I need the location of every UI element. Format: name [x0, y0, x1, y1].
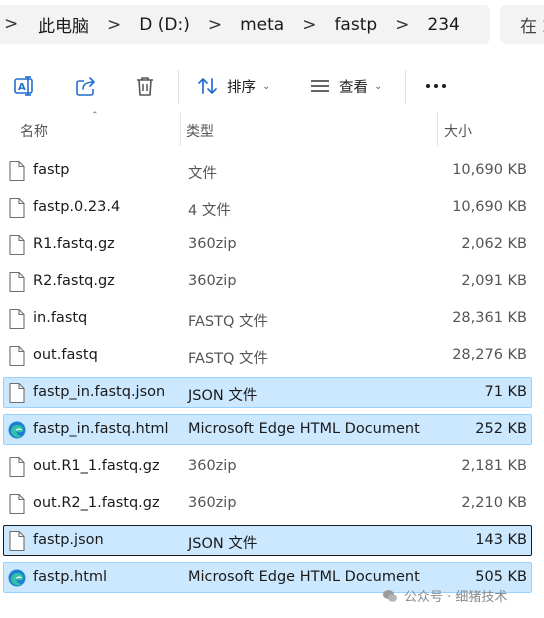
- file-row[interactable]: in.fastq FASTQ 文件 28,361 KB: [3, 303, 532, 334]
- column-divider[interactable]: [180, 112, 181, 146]
- file-icon: [7, 197, 27, 219]
- chevron-right-icon[interactable]: >: [302, 15, 334, 35]
- file-icon: [7, 382, 27, 404]
- file-icon: [7, 234, 27, 256]
- file-name: fastp.html: [33, 569, 108, 585]
- breadcrumb-item-234[interactable]: 234: [427, 15, 477, 35]
- file-size: 10,690 KB: [452, 162, 527, 178]
- sort-ascending-icon: ⌃: [91, 111, 99, 121]
- toolbar-divider: [405, 70, 406, 104]
- file-row[interactable]: fastp_in.fastq.json JSON 文件 71 KB: [3, 377, 532, 408]
- rename-icon[interactable]: A: [13, 74, 37, 98]
- view-list-icon: [311, 80, 329, 92]
- address-bar[interactable]: 此电脑 > D (D:) > meta > fastp > 234 >: [0, 5, 490, 44]
- file-type: Microsoft Edge HTML Document: [188, 569, 420, 585]
- file-type: FASTQ 文件: [188, 314, 269, 330]
- column-size[interactable]: 大小: [444, 121, 472, 141]
- file-size: 252 KB: [475, 421, 527, 437]
- file-icon: [7, 456, 27, 478]
- file-icon: [7, 530, 27, 552]
- edge-icon: [7, 567, 27, 589]
- share-icon[interactable]: [74, 74, 98, 98]
- file-name: out.fastq: [33, 347, 98, 363]
- file-type: FASTQ 文件: [188, 351, 269, 367]
- more-options-icon[interactable]: [426, 84, 446, 88]
- file-size: 2,062 KB: [461, 236, 527, 252]
- file-name: fastp: [33, 162, 70, 178]
- file-row[interactable]: R2.fastq.gz 360zip 2,091 KB: [3, 266, 532, 297]
- file-row[interactable]: out.R2_1.fastq.gz 360zip 2,210 KB: [3, 488, 532, 519]
- file-size: 505 KB: [475, 569, 527, 585]
- file-type: Microsoft Edge HTML Document: [188, 421, 420, 437]
- breadcrumb-item-drive[interactable]: D (D:): [139, 15, 208, 35]
- file-type: 文件: [188, 166, 217, 182]
- file-size: 28,276 KB: [452, 347, 527, 363]
- search-input[interactable]: 在 2: [500, 5, 544, 44]
- file-row[interactable]: fastp.json JSON 文件 143 KB: [3, 525, 532, 556]
- chevron-right-icon[interactable]: >: [208, 15, 240, 35]
- column-name[interactable]: 名称: [20, 121, 48, 141]
- sort-icon: [198, 78, 217, 94]
- file-size: 143 KB: [475, 532, 527, 548]
- chevron-down-icon: ⌄: [374, 80, 383, 92]
- chevron-right-icon[interactable]: >: [107, 15, 139, 35]
- file-size: 28,361 KB: [452, 310, 527, 326]
- file-type: 4 文件: [188, 203, 231, 219]
- file-row[interactable]: fastp 文件 10,690 KB: [3, 155, 532, 186]
- file-row[interactable]: fastp_in.fastq.html Microsoft Edge HTML D…: [3, 414, 532, 445]
- delete-icon[interactable]: [133, 74, 157, 98]
- file-size: 71 KB: [484, 384, 527, 400]
- file-icon: [7, 345, 27, 367]
- file-row[interactable]: fastp.0.23.4 4 文件 10,690 KB: [3, 192, 532, 223]
- file-name: fastp.json: [33, 532, 104, 548]
- file-icon: [7, 160, 27, 182]
- file-type: JSON 文件: [188, 388, 258, 404]
- file-name: R1.fastq.gz: [33, 236, 115, 252]
- chevron-right-icon[interactable]: >: [395, 15, 427, 35]
- chevron-down-icon: ⌄: [262, 80, 271, 92]
- breadcrumb-item-meta[interactable]: meta: [240, 15, 302, 35]
- watermark: 公众号 · 细猪技术: [382, 586, 507, 605]
- sort-button[interactable]: 排序 ⌄: [197, 74, 270, 98]
- file-name: out.R2_1.fastq.gz: [33, 495, 160, 511]
- file-row[interactable]: R1.fastq.gz 360zip 2,062 KB: [3, 229, 532, 260]
- file-type: 360zip: [188, 236, 237, 252]
- file-name: out.R1_1.fastq.gz: [33, 458, 160, 474]
- file-size: 2,091 KB: [461, 273, 527, 289]
- file-name: fastp_in.fastq.json: [33, 384, 166, 400]
- file-size: 2,181 KB: [461, 458, 527, 474]
- toolbar-divider: [178, 70, 179, 104]
- view-label: 查看: [339, 79, 368, 96]
- file-size: 10,690 KB: [452, 199, 527, 215]
- file-name: in.fastq: [33, 310, 88, 326]
- file-size: 2,210 KB: [461, 495, 527, 511]
- wechat-logo-icon: [383, 589, 397, 602]
- breadcrumb: 此电脑 > D (D:) > meta > fastp > 234: [0, 12, 478, 38]
- file-name: R2.fastq.gz: [33, 273, 115, 289]
- file-name: fastp.0.23.4: [33, 199, 121, 215]
- file-type: 360zip: [188, 458, 237, 474]
- file-icon: [7, 271, 27, 293]
- edge-icon: [7, 419, 27, 441]
- watermark-text: 公众号 · 细猪技术: [404, 590, 508, 605]
- chevron-right-icon[interactable]: >: [4, 14, 18, 34]
- file-name: fastp_in.fastq.html: [33, 421, 169, 437]
- file-icon: [7, 493, 27, 515]
- search-placeholder: 在 2: [520, 17, 544, 37]
- file-row[interactable]: out.fastq FASTQ 文件 28,276 KB: [3, 340, 532, 371]
- file-row[interactable]: out.R1_1.fastq.gz 360zip 2,181 KB: [3, 451, 532, 482]
- file-type: 360zip: [188, 273, 237, 289]
- view-button[interactable]: 查看 ⌄: [309, 74, 382, 98]
- breadcrumb-item-fastp[interactable]: fastp: [334, 15, 395, 35]
- column-type[interactable]: 类型: [186, 121, 214, 141]
- column-divider[interactable]: [437, 112, 438, 146]
- svg-text:A: A: [18, 82, 26, 93]
- file-icon: [7, 308, 27, 330]
- file-type: JSON 文件: [188, 536, 258, 552]
- column-header: ⌃ 名称 类型 大小: [0, 111, 544, 146]
- file-type: 360zip: [188, 495, 237, 511]
- sort-label: 排序: [227, 79, 256, 96]
